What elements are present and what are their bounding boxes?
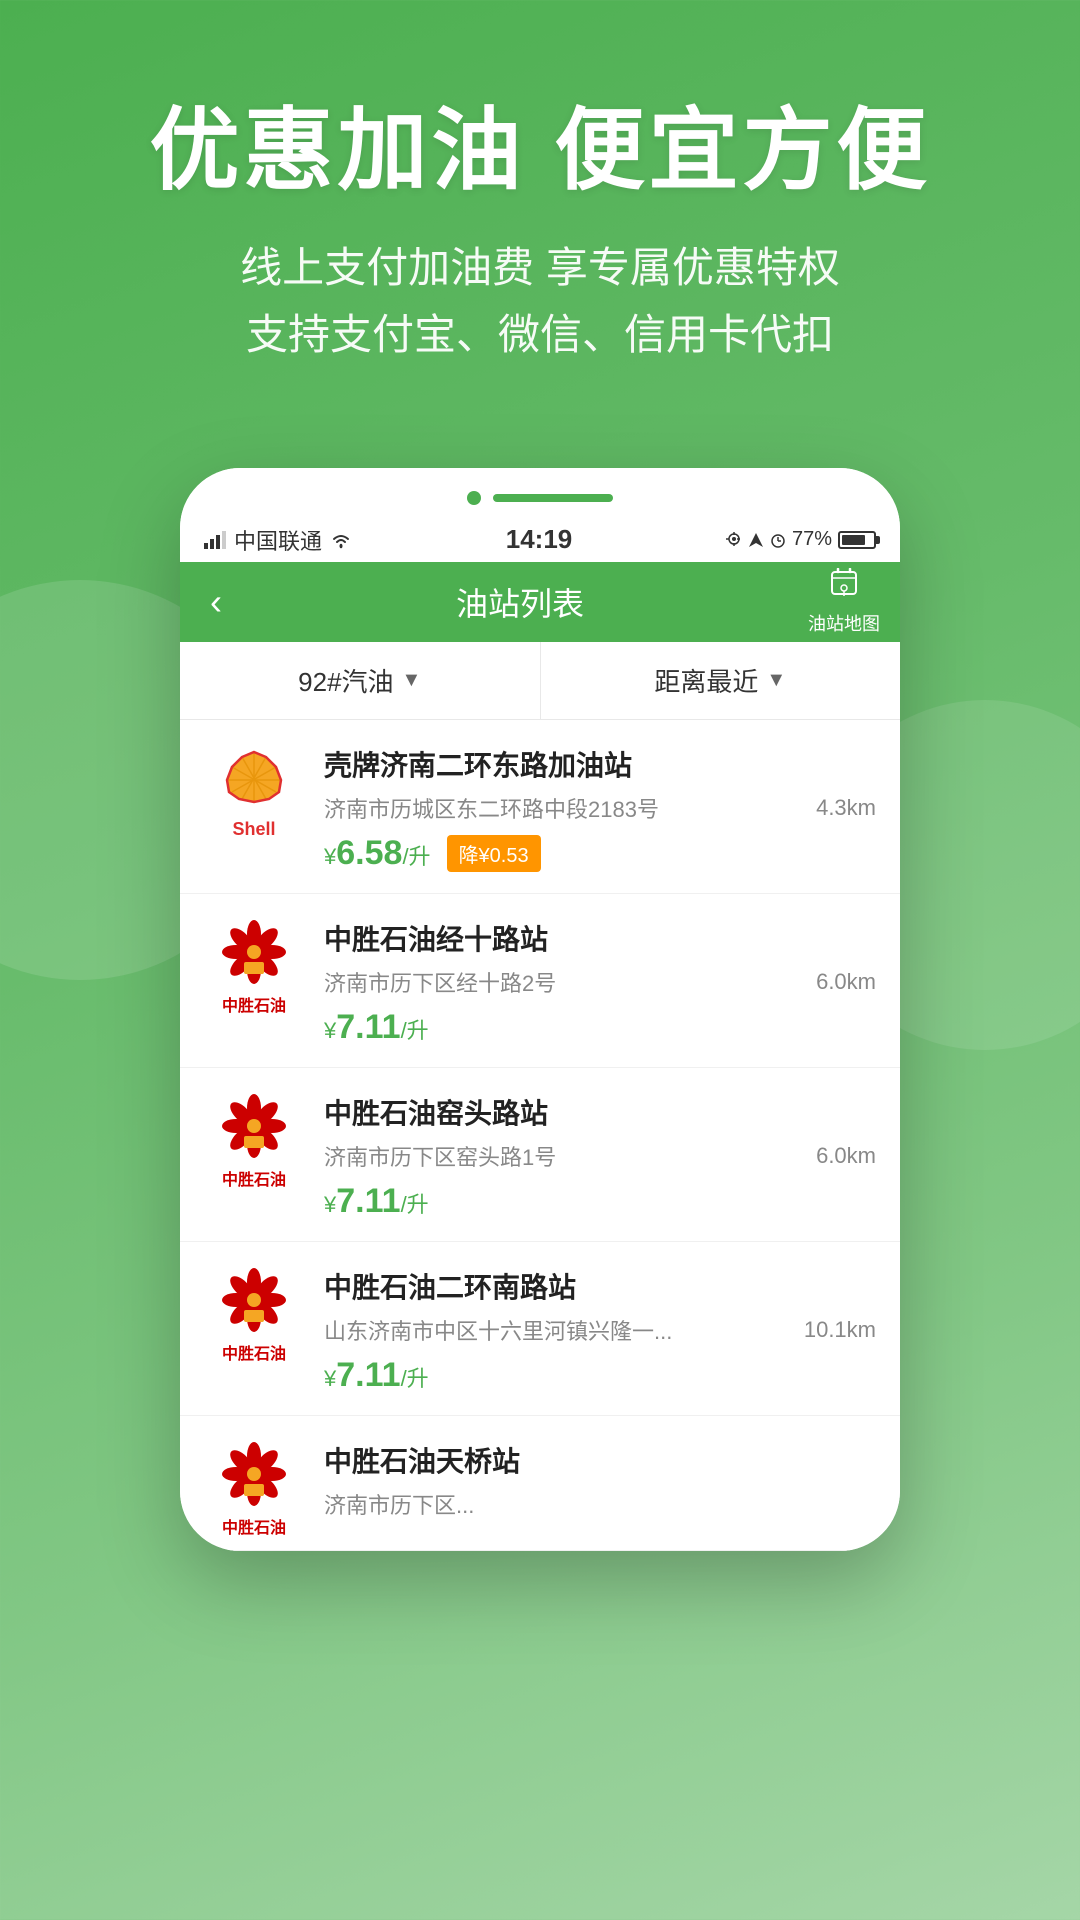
- zhongsheng-logo-icon-4: [214, 1268, 294, 1338]
- table-row[interactable]: 中胜石油 中胜石油天桥站 济南市历下区...: [180, 1416, 900, 1551]
- zhongsheng-logo-icon-2: [214, 920, 294, 990]
- station-name-2: 中胜石油经十路站: [324, 918, 876, 958]
- station-address-3: 济南市历下区窑头路1号: [324, 1140, 806, 1172]
- zhongsheng-logo-icon-3: [214, 1094, 294, 1164]
- map-pin-icon: [826, 568, 862, 604]
- fuel-filter[interactable]: 92#汽油 ▼: [180, 642, 541, 719]
- station-name-1: 壳牌济南二环东路加油站: [324, 744, 876, 784]
- hero-subtitle: 线上支付加油费 享专属优惠特权 支持支付宝、微信、信用卡代扣: [60, 234, 1020, 368]
- status-time: 14:19: [506, 524, 573, 555]
- station-distance-1: 4.3km: [816, 795, 876, 821]
- sort-filter-arrow: ▼: [766, 669, 786, 692]
- phone-speaker: [493, 494, 613, 502]
- table-row[interactable]: Shell 壳牌济南二环东路加油站 济南市历城区东二环路中段2183号 4.3k…: [180, 720, 900, 894]
- map-icon: [826, 568, 862, 610]
- station-name-3: 中胜石油窑头路站: [324, 1092, 876, 1132]
- station-info-1: 壳牌济南二环东路加油站 济南市历城区东二环路中段2183号 4.3km ¥6.5…: [324, 744, 876, 873]
- wifi-icon: [330, 531, 352, 549]
- station-info-3: 中胜石油窑头路站 济南市历下区窑头路1号 6.0km ¥7.11/升: [324, 1092, 876, 1221]
- battery-icon: [838, 531, 876, 549]
- station-name-5: 中胜石油天桥站: [324, 1440, 876, 1480]
- station-address-1: 济南市历城区东二环路中段2183号: [324, 792, 806, 824]
- shell-text: Shell: [232, 819, 275, 840]
- station-logo-shell: Shell: [204, 744, 304, 844]
- zhongsheng-text-5: 中胜石油: [222, 1514, 286, 1538]
- hero-title: 优惠加油 便宜方便: [60, 100, 1020, 204]
- status-bar: 中国联通 14:19: [180, 518, 900, 562]
- station-logo-zhongsheng-5: 中胜石油: [204, 1440, 304, 1540]
- phone-dot: [467, 491, 481, 505]
- map-button-label: 油站地图: [808, 610, 880, 636]
- table-row[interactable]: 中胜石油 中胜石油经十路站 济南市历下区经十路2号 6.0km ¥7.11/升: [180, 894, 900, 1068]
- station-price-1: ¥6.58/升: [324, 834, 431, 873]
- station-address-4: 山东济南市中区十六里河镇兴隆一...: [324, 1314, 794, 1346]
- station-name-4: 中胜石油二环南路站: [324, 1266, 876, 1306]
- station-list: Shell 壳牌济南二环东路加油站 济南市历城区东二环路中段2183号 4.3k…: [180, 720, 900, 1551]
- station-logo-zhongsheng-4: 中胜石油: [204, 1266, 304, 1366]
- map-button[interactable]: 油站地图: [808, 568, 880, 636]
- table-row[interactable]: 中胜石油 中胜石油二环南路站 山东济南市中区十六里河镇兴隆一... 10.1km…: [180, 1242, 900, 1416]
- status-right: 77%: [726, 528, 876, 551]
- zhongsheng-text-4: 中胜石油: [222, 1340, 286, 1364]
- shell-logo-icon: [214, 747, 294, 817]
- station-logo-zhongsheng-2: 中胜石油: [204, 918, 304, 1018]
- station-price-2: ¥7.11/升: [324, 1008, 429, 1047]
- station-info-5: 中胜石油天桥站 济南市历下区...: [324, 1440, 876, 1530]
- signal-icon: [204, 531, 226, 549]
- nav-title: 油站列表: [456, 579, 584, 625]
- alarm-icon: [770, 532, 786, 548]
- navigation-icon: [748, 532, 764, 548]
- station-info-2: 中胜石油经十路站 济南市历下区经十路2号 6.0km ¥7.11/升: [324, 918, 876, 1047]
- table-row[interactable]: 中胜石油 中胜石油窑头路站 济南市历下区窑头路1号 6.0km ¥7.11/升: [180, 1068, 900, 1242]
- station-address-5: 济南市历下区...: [324, 1488, 866, 1520]
- zhongsheng-logo-icon-5: [214, 1442, 294, 1512]
- station-logo-zhongsheng-3: 中胜石油: [204, 1092, 304, 1192]
- back-button[interactable]: ‹: [200, 571, 232, 633]
- nav-bar: ‹ 油站列表 油站地图: [180, 562, 900, 642]
- station-price-4: ¥7.11/升: [324, 1356, 429, 1395]
- status-carrier: 中国联通: [204, 524, 352, 556]
- station-address-2: 济南市历下区经十路2号: [324, 966, 806, 998]
- station-distance-3: 6.0km: [816, 1143, 876, 1169]
- sort-filter[interactable]: 距离最近 ▼: [541, 642, 901, 719]
- station-info-4: 中胜石油二环南路站 山东济南市中区十六里河镇兴隆一... 10.1km ¥7.1…: [324, 1266, 876, 1395]
- station-distance-4: 10.1km: [804, 1317, 876, 1343]
- location-icon: [726, 532, 742, 548]
- fuel-filter-arrow: ▼: [402, 669, 422, 692]
- discount-badge-1: 降¥0.53: [447, 835, 541, 872]
- filter-bar: 92#汽油 ▼ 距离最近 ▼: [180, 642, 900, 720]
- phone-mockup: 中国联通 14:19: [180, 468, 900, 1551]
- zhongsheng-text-3: 中胜石油: [222, 1166, 286, 1190]
- station-price-3: ¥7.11/升: [324, 1182, 429, 1221]
- phone-top-bar: [180, 468, 900, 518]
- zhongsheng-text-2: 中胜石油: [222, 992, 286, 1016]
- station-distance-2: 6.0km: [816, 969, 876, 995]
